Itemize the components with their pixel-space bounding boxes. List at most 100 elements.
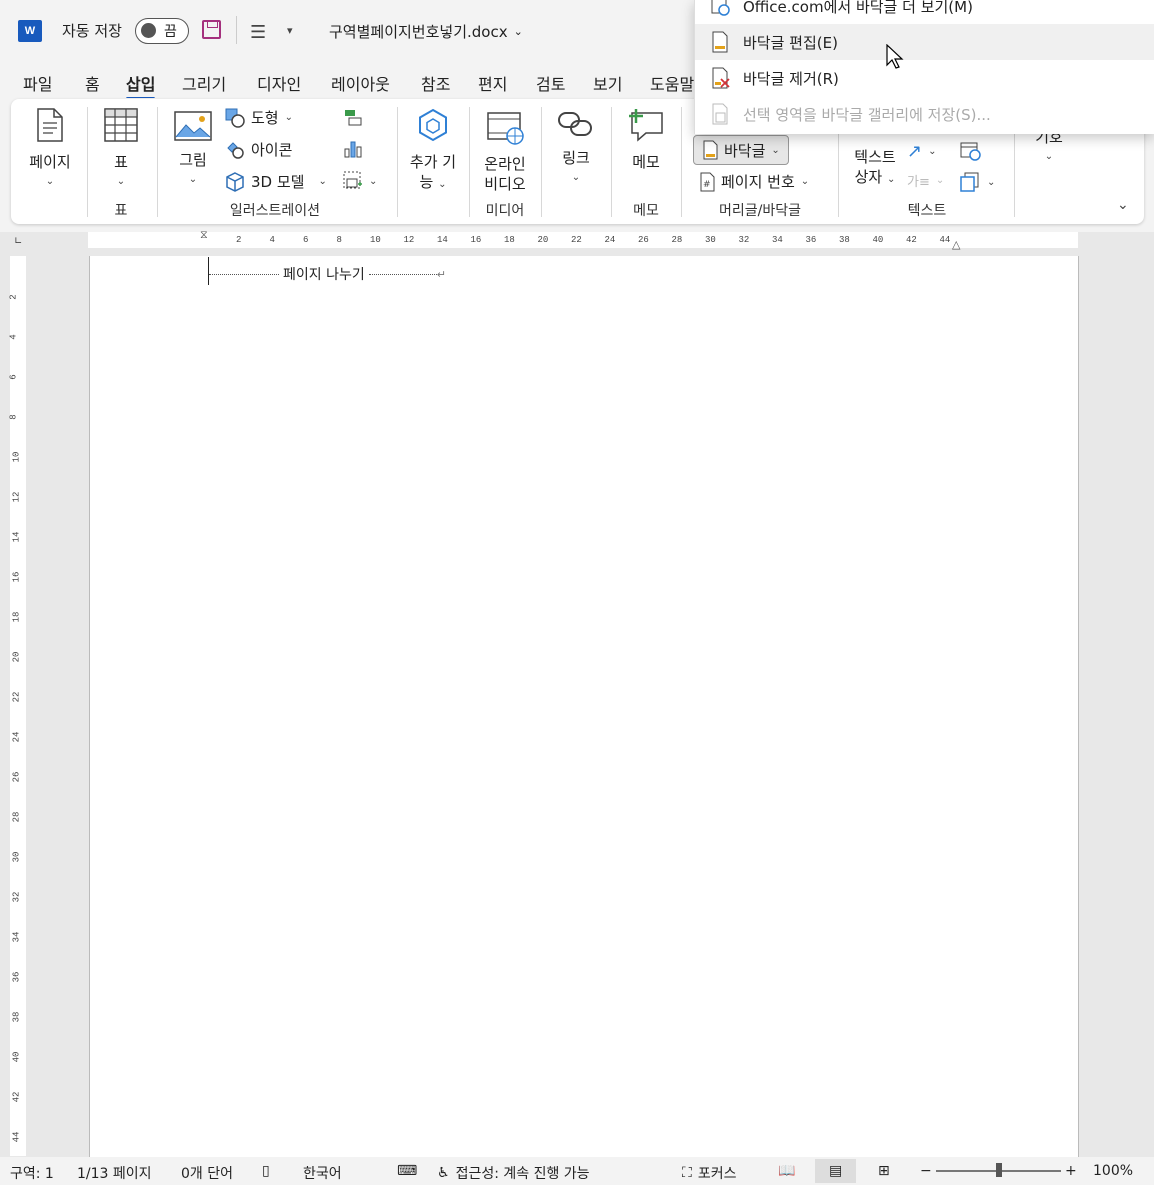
tab-design[interactable]: 디자인 [257, 71, 301, 95]
paragraph-format-icon[interactable]: ☰ [250, 22, 266, 43]
object-button[interactable]: ⌄ [959, 171, 995, 193]
date-time-button[interactable] [959, 139, 981, 161]
tab-view[interactable]: 보기 [593, 71, 622, 95]
ruler-tick-label: 6 [303, 235, 309, 245]
icons-button[interactable]: 아이콘 [225, 139, 292, 160]
first-line-indent-marker-icon[interactable]: ⧖ [200, 228, 208, 242]
predictions-icon: ⌨ [397, 1163, 418, 1179]
add-ins-hexagon-icon [419, 108, 447, 142]
tab-mailings[interactable]: 편지 [478, 71, 507, 95]
zoom-level[interactable]: 100% [1093, 1163, 1133, 1179]
symbols-chevron-down-icon: ⌄ [1044, 151, 1054, 162]
focus-mode-button[interactable]: ⛶ 포커스 [682, 1163, 736, 1183]
ruler-tick-label: 10 [370, 235, 381, 245]
ruler-tick-label: 42 [906, 235, 917, 245]
vertical-ruler[interactable]: 2 4 6 8 10 12 14 16 18 20 22 24 26 28 30 32 34 36 38 40 42 44 [8, 256, 26, 1156]
ruler-tick-label: 2 [236, 235, 242, 245]
page-icon [37, 108, 63, 142]
page-break-line [209, 273, 279, 275]
tab-help[interactable]: 도움말 [650, 71, 694, 95]
tab-layout[interactable]: 레이아웃 [331, 71, 390, 95]
zoom-in-button[interactable]: + [1065, 1163, 1077, 1179]
svg-text:#: # [703, 180, 711, 190]
picture-button[interactable]: 그림 ⌄ [171, 111, 215, 190]
zoom-out-button[interactable]: − [920, 1163, 932, 1179]
document-page[interactable] [89, 256, 1079, 1157]
proofing-status[interactable]: ▯ [262, 1163, 270, 1179]
ruler-tick-label: 38 [839, 235, 850, 245]
autosave-toggle[interactable]: 끔 [135, 18, 189, 44]
customize-qat-chevron-icon[interactable]: ▾ [287, 24, 293, 37]
drop-cap-button[interactable]: 가≡ ⌄ [907, 171, 944, 190]
chart-button[interactable] [343, 139, 363, 159]
menu-item-more-footers[interactable]: Office.com에서 바닥글 더 보기(M) [695, 0, 1154, 24]
remove-footer-icon [712, 67, 730, 89]
text-box-button[interactable]: 텍스트 상자 ⌄ [847, 147, 903, 190]
section-text: 구역: 1 [10, 1166, 54, 1182]
toggle-knob-icon [141, 23, 156, 38]
add-ins-button[interactable]: 추가 기 능 ⌄ [403, 107, 463, 195]
group-divider [87, 107, 88, 217]
new-comment-button[interactable]: 메모 [623, 109, 669, 172]
tab-references[interactable]: 참조 [421, 71, 450, 95]
ribbon-expand-chevron-icon[interactable]: ⌄ [1117, 197, 1129, 213]
picture-label: 그림 [179, 151, 207, 169]
page-break-line [368, 273, 437, 275]
accessibility-icon: ♿ [437, 1165, 450, 1181]
shapes-button[interactable]: 도형 ⌄ [225, 107, 293, 128]
ruler-tick-label: 30 [705, 235, 716, 245]
ruler-tick-label: 6 [8, 374, 19, 380]
group-label-media: 미디어 [485, 203, 525, 219]
ruler-tick-label: 4 [8, 334, 19, 340]
text-predictions[interactable]: ⌨ [397, 1163, 417, 1179]
quick-parts-button[interactable]: ↗ ⌄ [907, 141, 936, 162]
focus-text: 포커스 [697, 1166, 737, 1182]
zoom-slider-thumb[interactable] [996, 1163, 1002, 1177]
ruler-tick-label: 34 [772, 235, 783, 245]
horizontal-ruler[interactable]: 2 4 6 8 10 12 14 16 18 20 22 24 26 28 30 32 34 36 38 40 42 44 [88, 232, 1078, 248]
ruler-tick-label: 8 [8, 414, 19, 420]
language-indicator[interactable]: 한국어 [303, 1163, 342, 1183]
ruler-tick-label: 14 [11, 531, 22, 543]
link-button[interactable]: 링크 ⌄ [551, 109, 601, 188]
3d-models-label: 3D 모델 [251, 173, 305, 191]
read-mode-button[interactable]: 📖 [778, 1163, 795, 1179]
document-title-text: 구역별페이지번호넣기.docx [329, 23, 508, 41]
accessibility-text: 접근성: 계속 진행 가능 [455, 1166, 590, 1182]
table-chevron-down-icon: ⌄ [116, 176, 126, 187]
ruler-tick-label: 20 [537, 235, 549, 245]
section-indicator[interactable]: 구역: 1 [10, 1163, 54, 1183]
menu-item-save-selection[interactable]: 선택 영역을 바닥글 갤러리에 저장(S)... [695, 96, 1154, 132]
group-label-comments: 메모 [633, 203, 659, 219]
page-indicator[interactable]: 1/13 페이지 [77, 1163, 152, 1183]
save-icon[interactable] [202, 20, 221, 39]
accessibility-checker[interactable]: ♿ 접근성: 계속 진행 가능 [437, 1163, 590, 1183]
word-logo-icon: W [18, 20, 42, 42]
footer-button[interactable]: 바닥글 ⌄ [693, 135, 789, 165]
print-layout-button[interactable]: ▤ [815, 1159, 857, 1183]
tab-home[interactable]: 홈 [85, 71, 100, 95]
screenshot-button[interactable]: ⌄ [343, 171, 377, 191]
menu-item-remove-footer[interactable]: 바닥글 제거(R) [695, 60, 1154, 96]
object-icon [960, 172, 979, 192]
tab-file[interactable]: 파일 [23, 71, 52, 95]
tab-selector-icon[interactable]: ∟ [14, 236, 22, 247]
smartart-button[interactable] [343, 107, 363, 127]
web-layout-button[interactable]: ⊞ [878, 1163, 890, 1179]
tab-review[interactable]: 검토 [536, 71, 565, 95]
page-number-button[interactable]: # 페이지 번호 ⌄ [699, 171, 809, 192]
pages-button[interactable]: 페이지 ⌄ [25, 107, 75, 192]
shapes-label: 도형 [251, 109, 279, 127]
tab-draw[interactable]: 그리기 [182, 71, 226, 95]
read-mode-icon: 📖 [778, 1163, 796, 1179]
ruler-tick-label: 24 [604, 235, 616, 245]
ruler-tick-label: 12 [403, 235, 415, 245]
word-count[interactable]: 0개 단어 [181, 1163, 233, 1183]
screenshot-chevron-down-icon: ⌄ [369, 175, 378, 187]
tab-insert[interactable]: 삽입 [126, 71, 156, 100]
table-button[interactable]: 표 ⌄ [99, 107, 143, 192]
3d-models-button[interactable]: 3D 모델 ⌄ [225, 171, 327, 192]
menu-item-edit-footer[interactable]: 바닥글 편집(E) [695, 24, 1154, 60]
online-video-button[interactable]: 온라인 비디오 [479, 111, 531, 194]
document-title[interactable]: 구역별페이지번호넣기.docx ⌄ [329, 21, 523, 42]
